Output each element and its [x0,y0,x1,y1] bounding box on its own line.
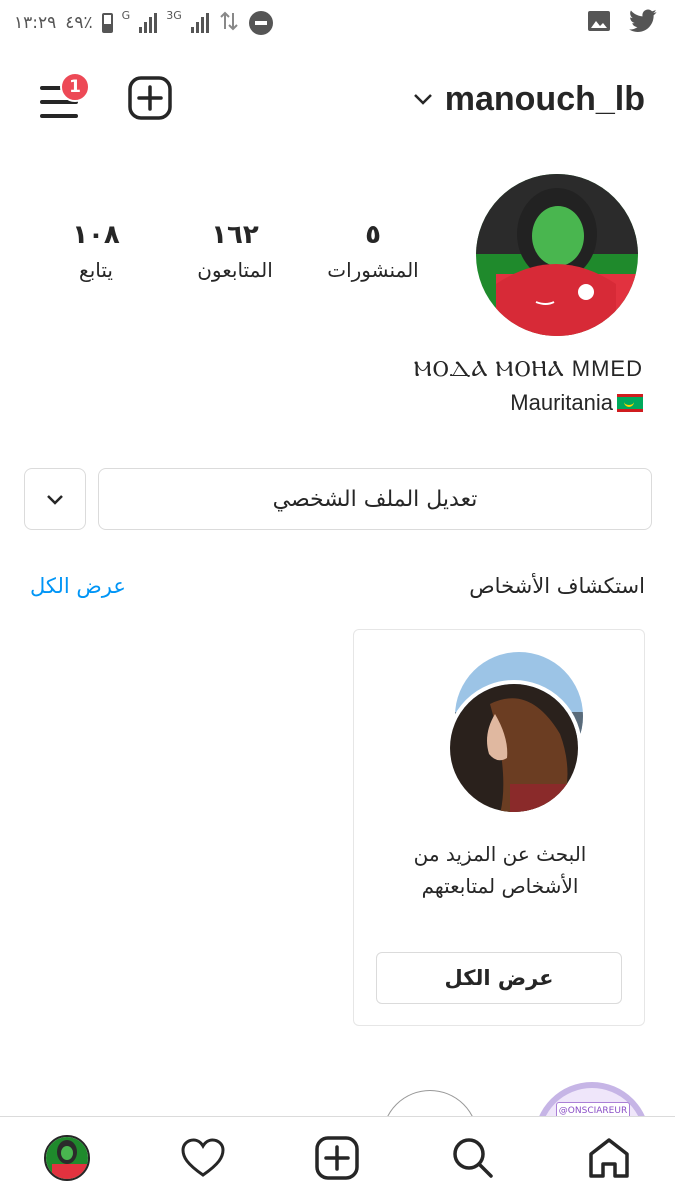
card-text-line: البحث عن المزيد من [413,842,587,866]
bottom-navigation [0,1116,675,1201]
home-icon [589,1138,629,1178]
network-type-label: G [121,8,131,22]
suggestions-toggle-button[interactable] [24,468,86,530]
see-all-button[interactable]: عرض الكل [376,952,622,1004]
posts-label: المنشورات [327,258,419,282]
discover-card: البحث عن المزيد من الأشخاص لمتابعتهم عرض… [353,629,645,1026]
status-left: ١٣:٢٩ ٤٩٪ G 3G [14,8,273,38]
posts-stat[interactable]: ٥ المنشورات [293,218,453,282]
profile-avatar[interactable] [476,174,638,336]
account-switcher[interactable]: manouch_lb [413,76,645,122]
nav-home[interactable] [584,1133,634,1183]
heart-icon [181,1138,225,1177]
status-right [587,8,657,38]
signal-bars-icon [139,13,158,33]
discover-card-text: البحث عن المزيد من الأشخاص لمتابعتهم [372,838,628,902]
following-label: يتابع [79,258,113,282]
posts-count: ٥ [365,220,381,250]
top-header: 1 manouch_lb [0,52,675,148]
see-all-link[interactable]: عرض الكل [30,574,126,598]
nav-activity[interactable] [178,1133,228,1183]
status-bar: ١٣:٢٩ ٤٩٪ G 3G [0,0,675,46]
bio-text: Mauritania [510,390,613,415]
battery-percent: ٤٩٪ [65,13,93,33]
plus-square-icon [315,1136,359,1180]
username: manouch_lb [444,79,645,118]
nav-search[interactable] [448,1133,498,1183]
avatar-image [476,174,638,336]
battery-icon [101,13,113,33]
chevron-down-icon [47,495,63,505]
following-count: ١٠٨ [72,220,120,250]
clock: ١٣:٢٩ [14,13,57,33]
nav-create[interactable] [312,1133,362,1183]
card-text-line: الأشخاص لمتابعتهم [421,874,579,898]
discover-people-title: استكشاف الأشخاص [469,574,645,598]
signal-bars-icon-2 [190,13,209,33]
data-transfer-icon [218,10,240,37]
twitter-icon [629,9,657,37]
full-name: ⲘⲞⲆⲀ ⲘⲞⲎⲀ MMED [413,356,643,381]
mauritania-flag-icon [617,394,643,412]
create-post-button[interactable] [128,76,172,120]
network-type-label-2: 3G [166,8,182,22]
dnd-icon [248,11,273,35]
followers-label: المتابعون [197,258,273,282]
menu-button[interactable]: 1 [36,72,90,122]
plus-square-icon [128,76,172,120]
bio: Mauritania [510,390,643,416]
image-icon [587,10,611,36]
nav-profile[interactable] [42,1133,92,1183]
followers-stat[interactable]: ١٦٢ المتابعون [155,218,315,282]
notification-badge: 1 [60,72,90,102]
menu-bar [40,114,78,118]
suggested-avatar-front [446,680,582,816]
followers-count: ١٦٢ [211,220,259,250]
edit-profile-button[interactable]: تعديل الملف الشخصي [98,468,652,530]
following-stat[interactable]: ١٠٨ يتابع [16,218,176,282]
search-icon [453,1138,493,1178]
chevron-down-icon [413,94,432,105]
profile-avatar-small [44,1135,90,1181]
